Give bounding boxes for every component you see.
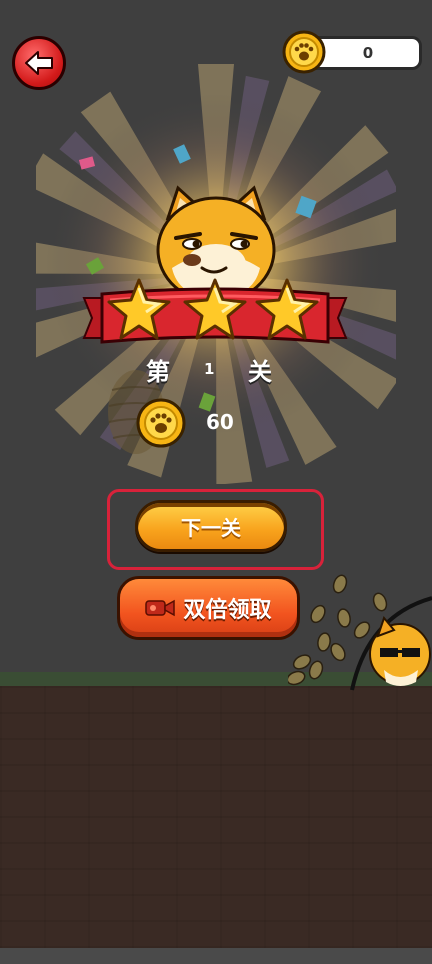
back-arrow-icon	[25, 51, 53, 75]
double-reward-label: 双倍领取	[183, 598, 272, 623]
paw-coin-icon	[136, 398, 186, 448]
next-level-label: 下一关	[181, 515, 241, 540]
video-camera-icon	[145, 599, 176, 617]
bee-swarm-decoration	[288, 574, 432, 691]
stage-prefix: 第	[146, 358, 170, 386]
paw-coin-icon	[282, 30, 326, 74]
stage-number: 1	[204, 360, 215, 378]
star-rating	[106, 278, 326, 342]
next-level-button[interactable]: 下一关	[135, 500, 287, 552]
double-reward-button[interactable]: 双倍领取	[117, 576, 300, 640]
bottom-bar	[0, 948, 432, 964]
reward-amount: 60	[206, 410, 234, 434]
coin-count: 0	[362, 44, 374, 62]
star-icon	[255, 278, 319, 340]
star-icon	[107, 278, 171, 340]
back-button[interactable]	[12, 36, 66, 90]
stage-suffix: 关	[248, 358, 272, 386]
dirt-ground	[0, 686, 432, 948]
star-icon	[183, 278, 247, 340]
